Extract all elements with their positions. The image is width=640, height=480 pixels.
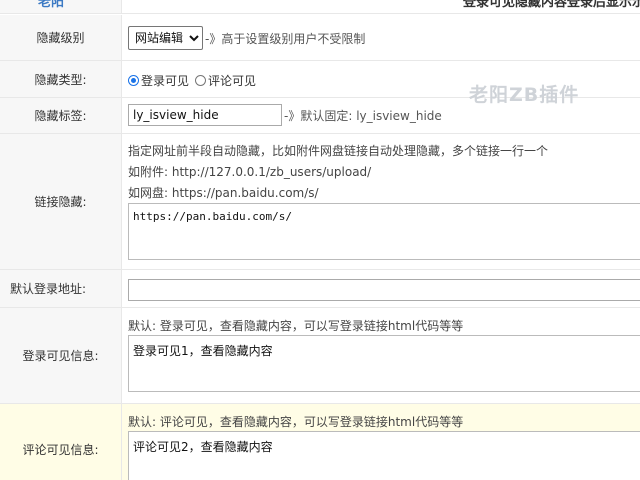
hide-tag-hint: -》默认固定: ly_isview_hide bbox=[284, 108, 442, 123]
comment-info-label: 评论可见信息: bbox=[0, 404, 122, 480]
top-header-strip: 老阳 登录可见隐藏内容登录后显示示 bbox=[0, 0, 640, 14]
top-left-cell: 老阳 bbox=[0, 0, 122, 13]
login-url-input[interactable] bbox=[128, 279, 640, 301]
link-hide-desc-line-2: 如附件: http://127.0.0.1/zb_users/upload/ bbox=[128, 165, 372, 179]
top-right-text: 登录可见隐藏内容登录后显示示 bbox=[463, 0, 640, 10]
hide-level-label: 隐藏级别 bbox=[0, 15, 122, 60]
comment-info-textarea[interactable]: 评论可见2，查看隐藏内容 bbox=[128, 431, 640, 480]
comment-info-hint: 默认: 评论可见，查看隐藏内容，可以写登录链接html代码等等 bbox=[128, 415, 464, 429]
link-hide-textarea[interactable]: https://pan.baidu.com/s/ bbox=[128, 203, 640, 260]
row-hide-level: 隐藏级别 网站编辑 -》高于设置级别用户不受限制 bbox=[0, 15, 640, 61]
hide-level-content: 网站编辑 -》高于设置级别用户不受限制 bbox=[122, 15, 640, 60]
radio-comment-visible[interactable]: 评论可见 bbox=[195, 72, 256, 89]
login-info-textarea[interactable]: 登录可见1，查看隐藏内容 bbox=[128, 335, 640, 392]
link-hide-label: 链接隐藏: bbox=[0, 134, 122, 269]
login-info-label: 登录可见信息: bbox=[0, 308, 122, 403]
hide-tag-label: 隐藏标签: bbox=[0, 98, 122, 133]
top-left-text: 老阳 bbox=[38, 0, 65, 10]
hide-level-select[interactable]: 网站编辑 bbox=[128, 26, 203, 50]
link-hide-desc-line-3: 如网盘: https://pan.baidu.com/s/ bbox=[128, 186, 319, 200]
radio-comment-visible-dot[interactable] bbox=[195, 75, 207, 86]
hide-type-label: 隐藏类型: bbox=[0, 61, 122, 97]
login-url-content bbox=[122, 270, 640, 307]
login-url-label: 默认登录地址: bbox=[0, 270, 122, 307]
radio-login-visible[interactable]: 登录可见 bbox=[128, 72, 189, 89]
hide-level-hint: -》高于设置级别用户不受限制 bbox=[205, 31, 366, 46]
radio-comment-visible-label: 评论可见 bbox=[208, 74, 257, 88]
link-hide-desc-line-1: 指定网址前半段自动隐藏，比如附件网盘链接自动处理隐藏，多个链接一行一个 bbox=[128, 144, 549, 158]
watermark-text: 老阳ZB插件 bbox=[469, 84, 580, 106]
login-info-hint: 默认: 登录可见，查看隐藏内容，可以写登录链接html代码等等 bbox=[128, 319, 464, 333]
radio-login-visible-label: 登录可见 bbox=[141, 74, 190, 88]
row-login-url: 默认登录地址: bbox=[0, 270, 640, 308]
hide-tag-input[interactable] bbox=[128, 104, 282, 126]
radio-login-visible-dot[interactable] bbox=[128, 75, 139, 86]
